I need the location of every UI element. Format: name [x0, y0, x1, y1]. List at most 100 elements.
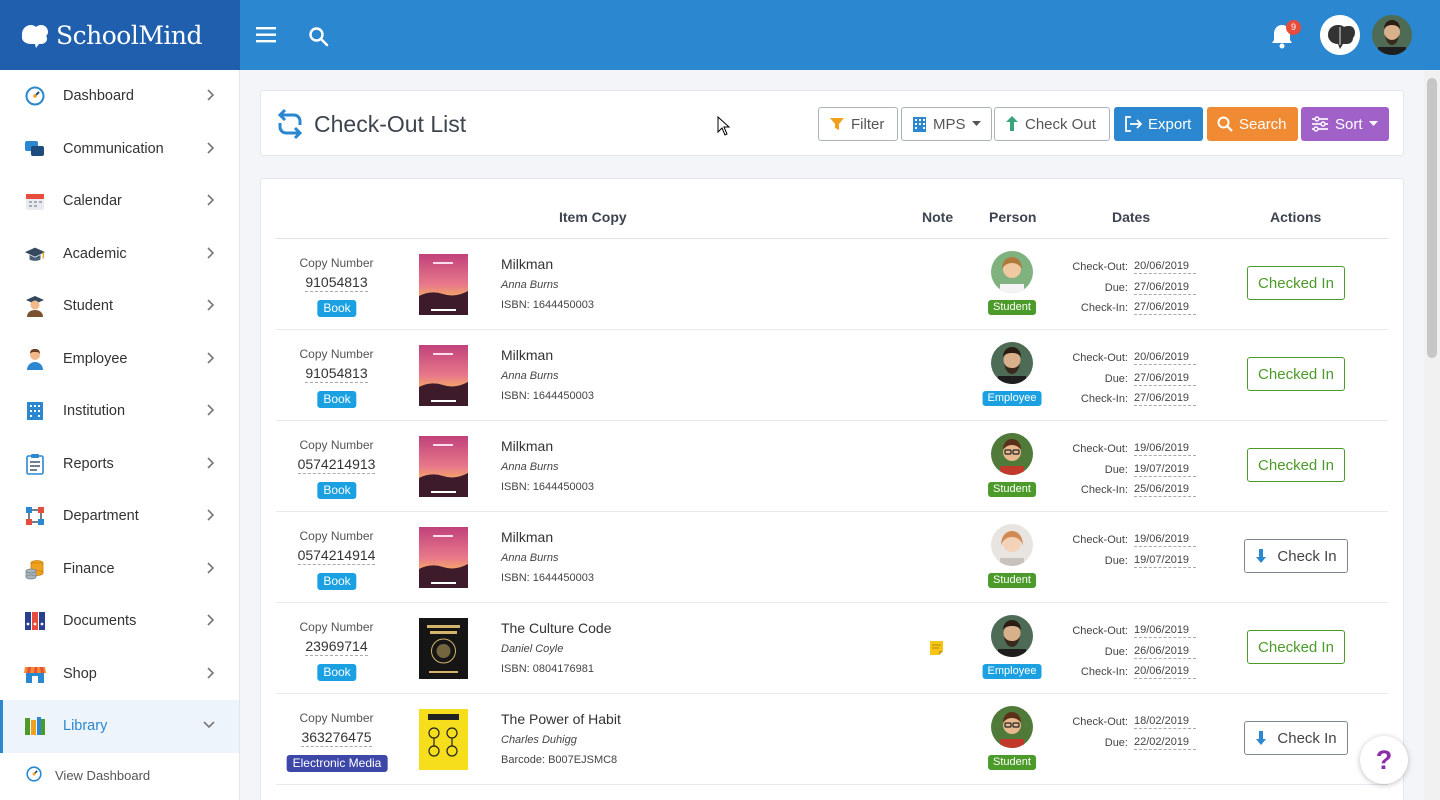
scrollbar-thumb[interactable] [1427, 78, 1437, 358]
table-row[interactable]: Copy Number 0574214913 Book Milkman Anna… [276, 421, 1388, 512]
checkout-date[interactable]: 19/06/2019 [1134, 533, 1196, 548]
person-avatar[interactable] [991, 706, 1033, 748]
person-avatar[interactable] [991, 251, 1033, 293]
checkin-date[interactable]: 27/06/2019 [1134, 392, 1196, 407]
sidebar-item-finance[interactable]: Finance [0, 543, 239, 596]
check-out-button[interactable]: Check Out [994, 107, 1110, 141]
help-button[interactable]: ? [1360, 736, 1408, 784]
item-identifier: ISBN: 1644450003 [501, 572, 594, 584]
sidebar-item-institution[interactable]: Institution [0, 385, 239, 438]
person-avatar[interactable] [991, 433, 1033, 475]
copy-number[interactable]: 0574214913 [276, 456, 397, 474]
person-avatar[interactable] [991, 615, 1033, 657]
copy-number[interactable]: 363276475 [276, 729, 397, 747]
brain-icon [22, 25, 48, 48]
column-header-actions: Actions [1270, 209, 1322, 225]
table-row[interactable]: Copy Number 91054813 Book Milkman Anna B… [276, 239, 1388, 330]
mps-dropdown[interactable]: MPS [901, 107, 992, 141]
sidebar-subitem-view-dashboard[interactable]: View Dashboard [0, 753, 239, 799]
graduation-cap-icon [24, 243, 46, 265]
item-type-badge: Book [317, 573, 357, 590]
institution-avatar[interactable] [1320, 15, 1360, 55]
checkin-date[interactable]: 27/06/2019 [1134, 301, 1196, 316]
refresh-exchange-icon [276, 107, 304, 146]
caret-down-icon [971, 121, 981, 126]
table-row[interactable]: Copy Number 91054813 Book Milkman Anna B… [276, 330, 1388, 421]
sticky-note-icon[interactable] [930, 641, 943, 655]
due-date[interactable]: 26/06/2019 [1134, 645, 1196, 659]
checkout-date[interactable]: 20/06/2019 [1134, 260, 1196, 275]
export-button[interactable]: Export [1114, 107, 1203, 141]
search-button[interactable]: Search [1207, 107, 1298, 141]
search-icon[interactable] [309, 27, 329, 52]
sidebar-item-dashboard[interactable]: Dashboard [0, 70, 239, 123]
sidebar-item-employee[interactable]: Employee [0, 333, 239, 386]
checkout-date[interactable]: 19/06/2019 [1134, 624, 1196, 639]
sidebar-item-department[interactable]: Department [0, 490, 239, 543]
copy-number[interactable]: 91054813 [276, 274, 397, 292]
download-arrow-icon [1256, 731, 1267, 745]
page-scrollbar[interactable] [1424, 70, 1440, 800]
sort-dropdown[interactable]: Sort [1301, 107, 1389, 141]
checkin-date[interactable]: 20/06/2019 [1134, 665, 1196, 680]
brand-logo[interactable]: SchoolMind [0, 0, 240, 70]
sidebar-item-shop[interactable]: Shop [0, 648, 239, 701]
item-title: The Culture Code [501, 620, 612, 636]
export-icon [1125, 116, 1142, 132]
checked-in-button[interactable]: Checked In [1247, 448, 1345, 482]
sidebar-item-academic[interactable]: Academic [0, 228, 239, 281]
checkin-date[interactable]: 25/06/2019 [1134, 483, 1196, 498]
table-row[interactable]: Copy Number 0574214914 Book Milkman Anna… [276, 512, 1388, 603]
filter-button[interactable]: Filter [818, 107, 898, 141]
checked-in-button[interactable]: Checked In [1247, 630, 1345, 664]
table-row[interactable]: Copy Number 363276475 Electronic Media T… [276, 694, 1388, 785]
table-row[interactable]: Copy Number 23969714 Book The Culture Co… [276, 603, 1388, 694]
sidebar-item-calendar[interactable]: Calendar [0, 175, 239, 228]
checked-in-button[interactable]: Checked In [1247, 266, 1345, 300]
menu-icon[interactable] [256, 26, 278, 49]
due-date[interactable]: 27/06/2019 [1134, 281, 1196, 295]
person-avatar[interactable] [991, 524, 1033, 566]
due-date[interactable]: 27/06/2019 [1134, 372, 1196, 386]
check-in-button[interactable]: Check In [1244, 539, 1348, 573]
due-date[interactable]: 19/07/2019 [1134, 554, 1196, 568]
sidebar-item-library[interactable]: Library [0, 700, 239, 753]
sidebar: Dashboard Communication Calendar Academi… [0, 70, 240, 800]
checkout-date[interactable]: 19/06/2019 [1134, 442, 1196, 457]
copy-number-label: Copy Number [299, 711, 374, 725]
sidebar-item-label: Reports [63, 455, 114, 472]
sidebar-item-documents[interactable]: Documents [0, 595, 239, 648]
sidebar-item-student[interactable]: Student [0, 280, 239, 333]
book-cover [419, 527, 468, 588]
chevron-right-icon [207, 299, 215, 311]
checkout-date[interactable]: 20/06/2019 [1134, 351, 1196, 366]
book-cover [419, 254, 468, 315]
dates-block: Check-Out: 20/06/2019 Due: 27/06/2019 Chec… [1056, 348, 1196, 410]
sidebar-item-reports[interactable]: Reports [0, 438, 239, 491]
column-header-dates: Dates [1112, 209, 1151, 225]
person-avatar[interactable] [991, 342, 1033, 384]
item-title: Milkman [501, 529, 554, 545]
copy-number-label: Copy Number [299, 620, 374, 634]
item-title: Milkman [501, 438, 554, 454]
sidebar-item-communication[interactable]: Communication [0, 123, 239, 176]
check-in-button[interactable]: Check In [1244, 721, 1348, 755]
sidebar-item-label: Institution [63, 403, 126, 420]
copy-number[interactable]: 91054813 [276, 365, 397, 383]
chevron-right-icon [207, 561, 215, 574]
copy-number[interactable]: 23969714 [276, 638, 397, 656]
checked-in-button[interactable]: Checked In [1247, 357, 1345, 391]
copy-number-label: Copy Number [299, 438, 374, 452]
brand-name: SchoolMind [56, 20, 203, 50]
copy-number[interactable]: 0574214914 [276, 547, 397, 565]
item-identifier: ISBN: 0804176981 [501, 663, 594, 675]
sidebar-item-label: Documents [63, 613, 137, 630]
chevron-right-icon [207, 89, 215, 101]
checkout-date[interactable]: 18/02/2019 [1134, 715, 1196, 730]
user-avatar[interactable] [1372, 15, 1412, 55]
due-date[interactable]: 22/02/2019 [1134, 736, 1196, 750]
dashboard-icon [26, 766, 42, 785]
due-date[interactable]: 19/07/2019 [1134, 463, 1196, 477]
sidebar-item-label: Library [63, 718, 108, 735]
chevron-right-icon [207, 456, 215, 469]
